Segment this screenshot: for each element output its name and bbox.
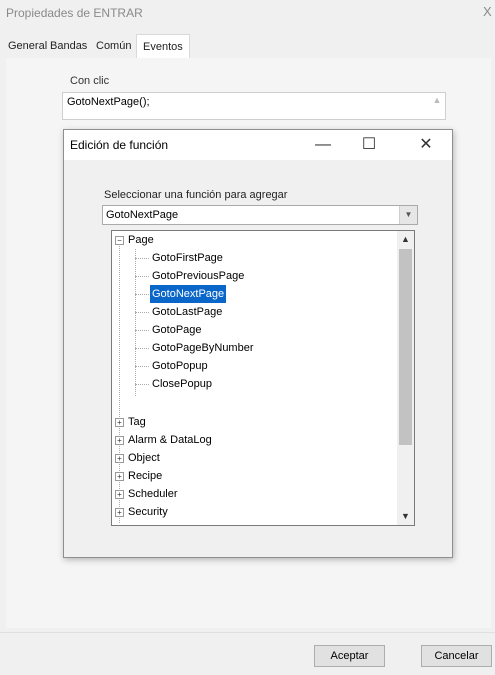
tree-item-gotofirstpage[interactable]: GotoFirstPage (152, 249, 223, 267)
tab-strip: General Bandas Común Eventos (6, 34, 491, 59)
minimize-icon[interactable]: — (308, 134, 338, 156)
combo-value: GotoNextPage (106, 209, 179, 221)
tree-branch (135, 258, 149, 259)
tree-scrollbar[interactable]: ▲ ▼ (397, 231, 414, 525)
expand-scheduler-icon[interactable]: + (115, 490, 124, 499)
on-click-textarea[interactable]: GotoNextPage(); ▲ (62, 92, 446, 120)
function-edit-dialog: Edición de función — ☐ ✕ Seleccionar una… (63, 129, 453, 558)
scroll-thumb[interactable] (399, 249, 412, 445)
tree-item-gotopreviouspage[interactable]: GotoPreviousPage (152, 267, 244, 285)
tree-group-recipe[interactable]: Recipe (128, 467, 162, 485)
chevron-up-icon[interactable]: ▲ (397, 231, 414, 248)
tab-bandas[interactable]: Bandas (50, 36, 87, 57)
tree-group-scheduler[interactable]: Scheduler (128, 485, 178, 503)
chevron-down-icon[interactable]: ▼ (397, 508, 414, 525)
tree-branch (135, 276, 149, 277)
expand-object-icon[interactable]: + (115, 454, 124, 463)
window-close-button[interactable]: X (483, 4, 492, 19)
window-title: Propiedades de ENTRAR (6, 6, 143, 20)
tree-item-gotopagebynumber[interactable]: GotoPageByNumber (152, 339, 254, 357)
tree-group-alarm-datalog[interactable]: Alarm & DataLog (128, 431, 212, 449)
tree-branch (135, 294, 149, 295)
tree-item-gotonextpage[interactable]: GotoNextPage (150, 285, 227, 303)
maximize-icon[interactable]: ☐ (354, 134, 384, 156)
tab-comun[interactable]: Común (96, 36, 131, 57)
dialog-titlebar: Edición de función — ☐ ✕ (64, 130, 452, 160)
tree-branch (135, 312, 149, 313)
tree-branch (135, 330, 149, 331)
on-click-value: GotoNextPage(); (67, 96, 150, 108)
expand-tag-icon[interactable]: + (115, 418, 124, 427)
scroll-up-icon[interactable]: ▲ (431, 95, 443, 117)
expand-alarm-icon[interactable]: + (115, 436, 124, 445)
tree-branch (135, 348, 149, 349)
select-function-label: Seleccionar una función para agregar (104, 189, 288, 201)
tree-item-gotopopup[interactable]: GotoPopup (152, 357, 208, 375)
expand-security-icon[interactable]: + (115, 508, 124, 517)
footer-separator (0, 632, 495, 633)
tree-item-gotopage[interactable]: GotoPage (152, 321, 202, 339)
tab-general[interactable]: General (8, 36, 47, 57)
tree-item-gotolastpage[interactable]: GotoLastPage (152, 303, 222, 321)
collapse-page-icon[interactable]: − (115, 236, 124, 245)
chevron-down-icon[interactable]: ▼ (399, 206, 417, 224)
tree-branch (135, 384, 149, 385)
tree-group-page[interactable]: Page (128, 231, 154, 249)
close-icon[interactable]: ✕ (411, 134, 441, 156)
tree-item-closepopup[interactable]: ClosePopup (152, 375, 212, 393)
expand-recipe-icon[interactable]: + (115, 472, 124, 481)
tree-group-object[interactable]: Object (128, 449, 160, 467)
tab-eventos[interactable]: Eventos (136, 34, 190, 59)
tree-branch (135, 366, 149, 367)
ok-button[interactable]: Aceptar (314, 645, 385, 667)
cancel-button[interactable]: Cancelar (421, 645, 492, 667)
function-combobox[interactable]: GotoNextPage ▼ (102, 205, 418, 225)
tree-page-line (135, 249, 136, 396)
function-tree: − Page GotoFirstPage GotoPreviousPage Go… (111, 230, 415, 526)
tree-group-tag[interactable]: Tag (128, 413, 146, 431)
dialog-title: Edición de función (70, 138, 169, 152)
on-click-label: Con clic (70, 75, 110, 87)
tree-group-security[interactable]: Security (128, 503, 168, 521)
